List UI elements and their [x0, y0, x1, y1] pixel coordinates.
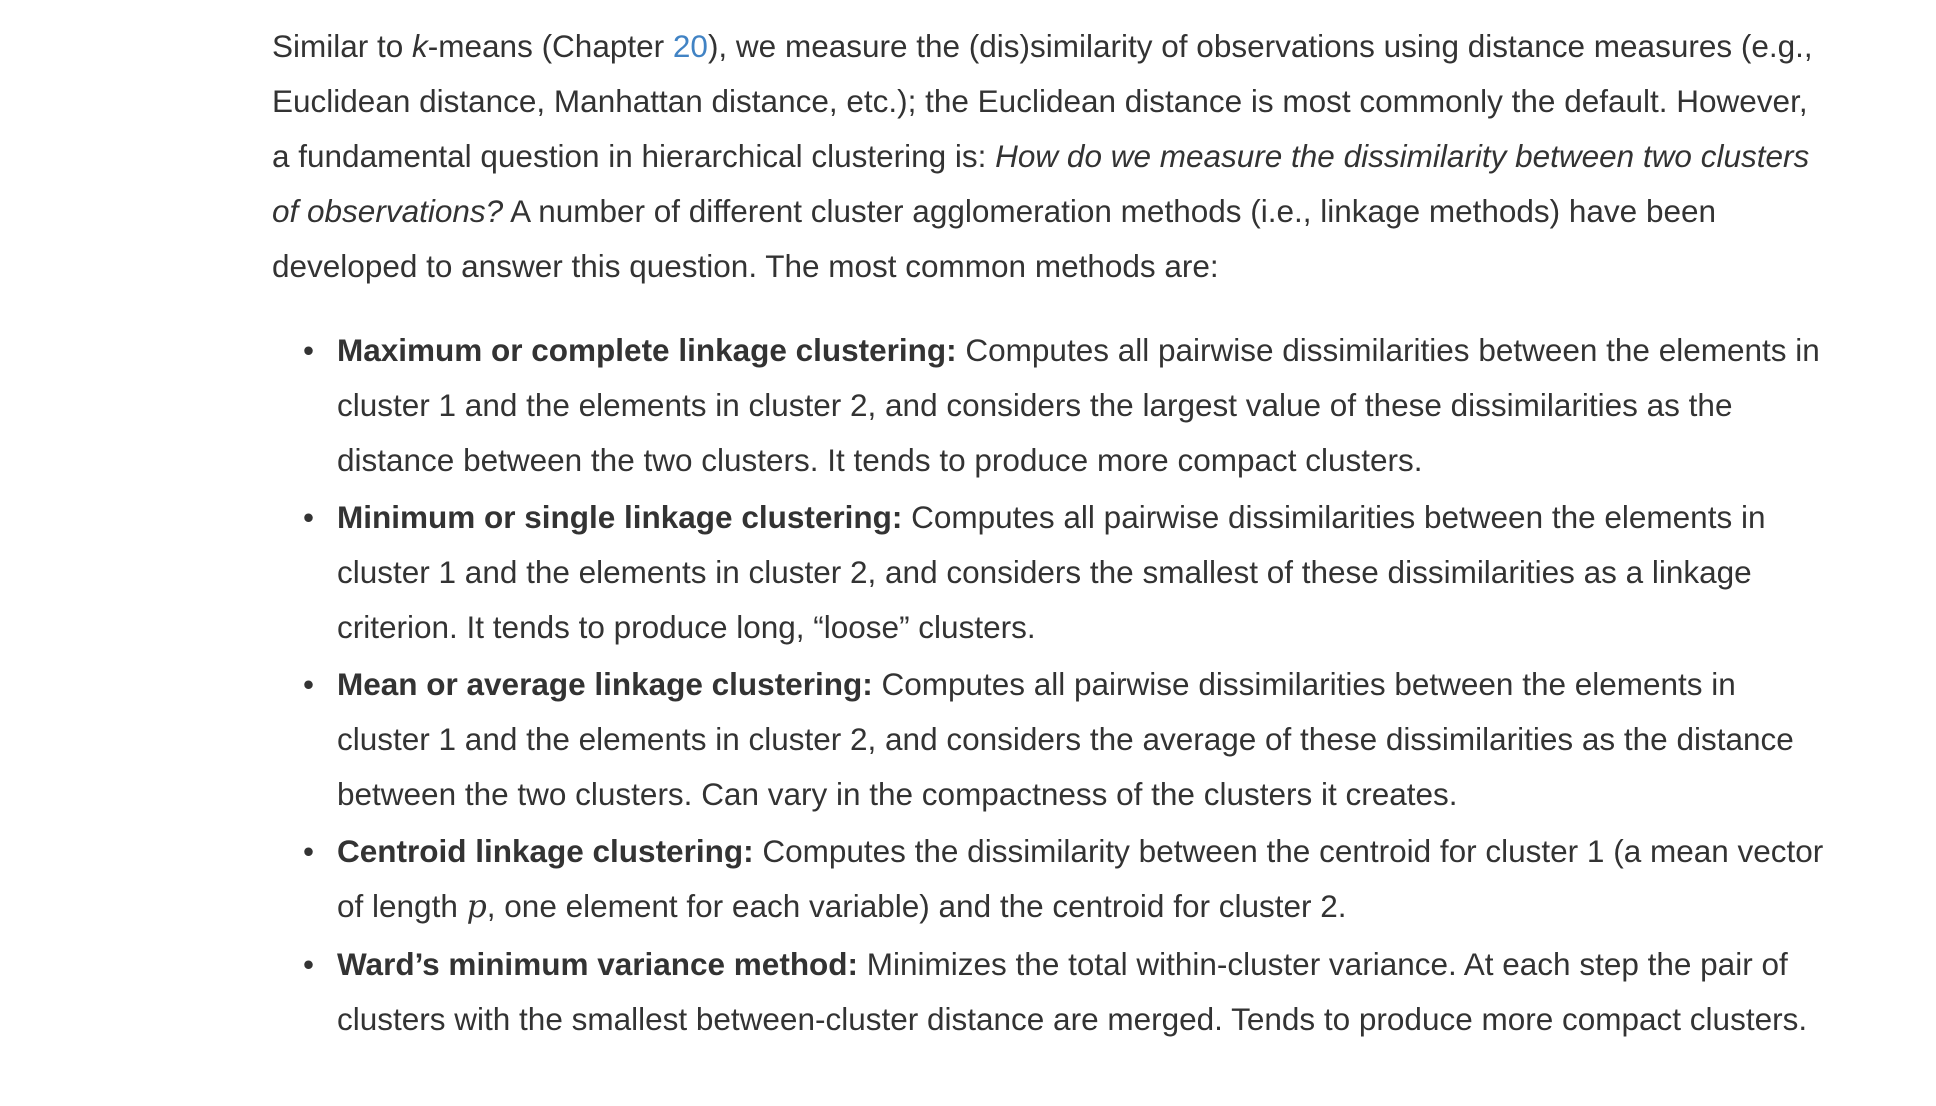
k-variable: k — [412, 28, 428, 64]
list-item-average-linkage: • Mean or average linkage clustering: Com… — [303, 657, 1832, 822]
intro-text-2: -means (Chapter — [427, 28, 673, 64]
intro-paragraph: Similar to k-means (Chapter 20), we meas… — [272, 19, 1832, 294]
bullet-icon: • — [303, 946, 315, 982]
method-term: Ward’s minimum variance method: — [337, 946, 859, 982]
p-variable: p — [466, 889, 487, 925]
bullet-icon: • — [303, 833, 315, 869]
list-item-single-linkage: • Minimum or single linkage clustering: C… — [303, 490, 1832, 655]
method-term: Mean or average linkage clustering: — [337, 666, 873, 702]
method-term: Minimum or single linkage clustering: — [337, 499, 903, 535]
method-description-cont: , one element for each variable) and the… — [486, 888, 1347, 924]
method-term: Maximum or complete linkage clustering: — [337, 332, 957, 368]
bullet-icon: • — [303, 332, 315, 368]
method-term: Centroid linkage clustering: — [337, 833, 754, 869]
list-item-complete-linkage: • Maximum or complete linkage clustering:… — [303, 323, 1832, 488]
list-item-centroid-linkage: • Centroid linkage clustering: Computes t… — [303, 824, 1832, 935]
chapter-link[interactable]: 20 — [673, 28, 708, 64]
document-body: Similar to k-means (Chapter 20), we meas… — [272, 19, 1832, 1049]
intro-text-1: Similar to — [272, 28, 413, 64]
bullet-icon: • — [303, 666, 315, 702]
list-item-ward-method: • Ward’s minimum variance method: Minimiz… — [303, 937, 1832, 1047]
linkage-methods-list: • Maximum or complete linkage clustering:… — [272, 323, 1832, 1047]
bullet-icon: • — [303, 499, 315, 535]
